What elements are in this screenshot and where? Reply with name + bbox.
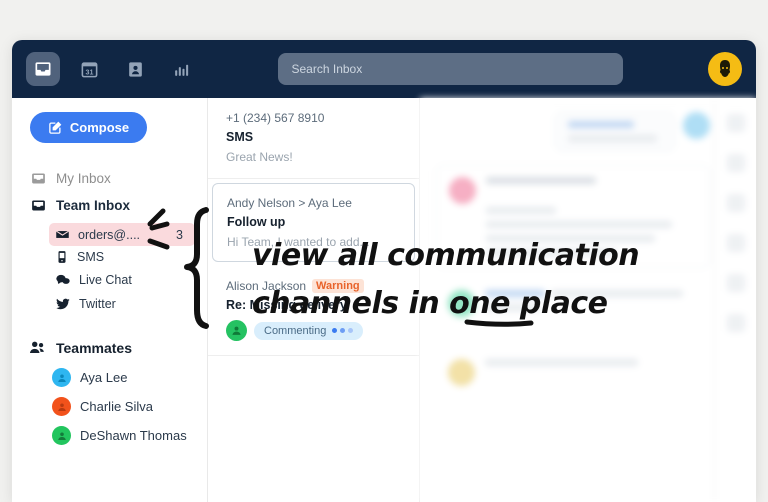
teammate-row[interactable]: Charlie Silva [52, 392, 207, 421]
teammates-label: Teammates [56, 340, 132, 356]
channel-label: SMS [77, 250, 187, 264]
rail-icon[interactable] [727, 114, 745, 132]
envelope-icon [55, 227, 70, 242]
participant-avatar [449, 177, 476, 204]
twitter-icon [55, 296, 71, 312]
sidebar-item-label: My Inbox [56, 171, 111, 186]
channel-label: orders@.... [78, 228, 168, 242]
compose-label: Compose [70, 120, 129, 135]
participant-avatar [683, 112, 710, 139]
channel-label: Twitter [79, 297, 187, 311]
sidebar-item-label: Team Inbox [56, 198, 130, 213]
message-sender: +1 (234) 567 8910 [226, 111, 403, 125]
people-icon [28, 338, 47, 357]
search-input[interactable] [292, 62, 609, 76]
right-icon-rail [714, 98, 756, 502]
sidebar-channel-live-chat[interactable]: Live Chat [49, 268, 195, 292]
sidebar-item-team-inbox[interactable]: Team Inbox [12, 192, 207, 219]
inbox-filled-icon [30, 197, 47, 214]
teammate-avatar [52, 426, 71, 445]
commenting-pill: Commenting [254, 322, 363, 340]
mobile-icon [55, 250, 69, 264]
typing-dots-icon [332, 328, 353, 333]
channel-unread-count: 3 [176, 228, 187, 242]
rail-icon[interactable] [727, 234, 745, 252]
message-subject: Follow up [227, 215, 400, 229]
message-body [485, 359, 698, 386]
teammate-name: DeShawn Thomas [80, 428, 187, 443]
channel-label: Live Chat [79, 273, 187, 287]
search-box[interactable] [278, 53, 623, 85]
sidebar: Compose My Inbox Team Inbox [12, 98, 208, 502]
teammate-row[interactable]: DeShawn Thomas [52, 421, 207, 450]
rail-icon[interactable] [727, 154, 745, 172]
compose-button[interactable]: Compose [30, 112, 147, 143]
teammate-name: Aya Lee [80, 370, 127, 385]
participant-avatar [448, 359, 475, 386]
top-navigation-bar: 31 [12, 40, 756, 98]
annotation-line-2: channels in one place [252, 286, 608, 321]
sidebar-channel-twitter[interactable]: Twitter [49, 292, 195, 316]
nav-icon-group: 31 [26, 52, 198, 86]
teammates-list: Aya Lee Charlie Silva DeSh [12, 363, 207, 450]
commenter-avatar [226, 320, 247, 341]
message-bubble [555, 112, 675, 151]
commenting-label: Commenting [264, 325, 326, 337]
teammate-row[interactable]: Aya Lee [52, 363, 207, 392]
screenshot-root: 31 [0, 0, 768, 502]
teammate-avatar [52, 368, 71, 387]
sidebar-item-my-inbox[interactable]: My Inbox [12, 165, 207, 192]
teammate-avatar [52, 397, 71, 416]
reports-icon[interactable] [164, 52, 198, 86]
message-sender: Andy Nelson > Aya Lee [227, 196, 400, 210]
sidebar-nav-list: My Inbox Team Inbox orders [12, 165, 207, 450]
rail-icon[interactable] [727, 194, 745, 212]
rail-icon[interactable] [727, 274, 745, 292]
calendar-icon[interactable]: 31 [72, 52, 106, 86]
search-area [198, 53, 702, 85]
channel-list: orders@.... 3 SMS [12, 223, 207, 316]
thread-reply [436, 349, 710, 396]
annotation-line-1: view all communication [252, 238, 639, 273]
chat-icon [55, 272, 71, 288]
calendar-day-label: 31 [85, 68, 93, 76]
inbox-icon[interactable] [26, 52, 60, 86]
teammates-header: Teammates [12, 332, 207, 363]
commenting-indicator: Commenting [226, 320, 403, 341]
contacts-icon[interactable] [118, 52, 152, 86]
sidebar-channel-sms[interactable]: SMS [49, 246, 195, 268]
avatar[interactable] [708, 52, 742, 86]
teammate-name: Charlie Silva [80, 399, 153, 414]
rail-icon[interactable] [727, 314, 745, 332]
outgoing-message [436, 112, 710, 151]
message-list-item[interactable]: +1 (234) 567 8910 SMS Great News! [208, 98, 419, 179]
message-preview: Great News! [226, 150, 403, 164]
message-subject: SMS [226, 130, 403, 144]
sidebar-channel-orders[interactable]: orders@.... 3 [49, 223, 195, 246]
inbox-outline-icon [30, 170, 47, 187]
